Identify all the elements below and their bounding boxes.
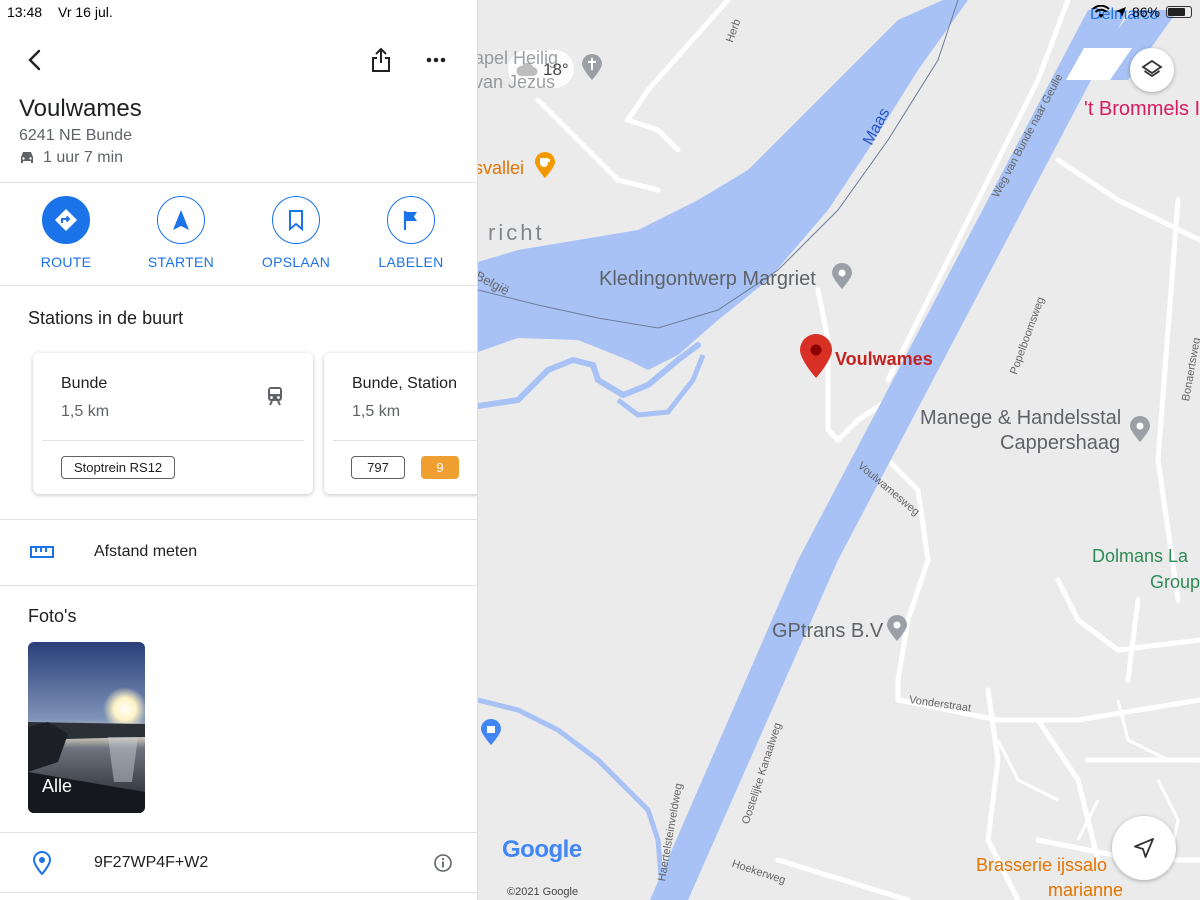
layers-button[interactable] [1130, 48, 1174, 92]
back-button[interactable] [16, 42, 52, 78]
gptrans-pin-icon[interactable] [887, 615, 907, 641]
plus-code-value: 9F27WP4F+W2 [94, 854, 209, 871]
bookmark-icon [289, 210, 303, 231]
more-button[interactable] [418, 42, 454, 78]
manege-pin-icon[interactable] [1130, 416, 1150, 442]
my-location-button[interactable] [1112, 816, 1176, 880]
station-distance: 1,5 km [61, 403, 110, 420]
selected-pin-icon[interactable] [800, 334, 832, 378]
station-name: Bunde, Station [352, 375, 457, 392]
place-panel: Voulwames 6241 NE Bunde 1 uur 7 min ROUT… [0, 0, 478, 900]
travel-time: 1 uur 7 min [19, 149, 123, 167]
directions-icon [55, 209, 77, 231]
poi-dolmans-1: Dolmans La [1092, 546, 1189, 566]
station-card[interactable]: Bunde, Station 1,5 km 797 9 [324, 353, 477, 494]
photos-title: Foto's [28, 606, 77, 626]
poi-brasserie-1: Brasserie ijssalo [976, 855, 1108, 875]
navigation-icon [173, 210, 189, 230]
layers-icon [1141, 59, 1163, 78]
status-date: Vr 16 jul. [58, 4, 113, 20]
label-button[interactable]: LABELEN [356, 196, 466, 270]
route-label: ROUTE [40, 254, 92, 270]
line-chip: 797 [351, 456, 405, 479]
label-label: LABELEN [378, 254, 444, 270]
start-label: STARTEN [147, 254, 215, 270]
share-button[interactable] [363, 42, 399, 78]
share-icon [372, 47, 390, 72]
divider [0, 585, 477, 586]
map-view[interactable]: 18° apel Heilig van Jezus Delmarco svall… [473, 0, 1200, 900]
divider [0, 182, 477, 183]
line-chip: Stoptrein RS12 [61, 456, 176, 479]
place-address: 6241 NE Bunde [19, 127, 132, 144]
station-card[interactable]: Bunde 1,5 km Stoptrein RS12 [33, 353, 313, 494]
poi-kapel-2: van Jezus [474, 72, 556, 92]
measure-label: Afstand meten [94, 543, 198, 560]
station-name: Bunde [61, 375, 108, 392]
divider [0, 285, 477, 286]
line-chip: 9 [421, 456, 459, 479]
save-label: OPSLAAN [261, 254, 331, 270]
shop-pin-icon[interactable] [481, 719, 501, 745]
battery-percent: 86% [1131, 4, 1160, 20]
travel-time-text: 1 uur 7 min [43, 149, 124, 166]
plus-code-row[interactable]: 9F27WP4F+W2 [0, 838, 477, 888]
train-icon [268, 387, 282, 406]
measure-distance-row[interactable]: Afstand meten [0, 527, 477, 577]
status-time: 13:48 [7, 4, 43, 20]
poi-brasserie-2: marianne [1048, 880, 1124, 900]
start-button[interactable]: STARTEN [126, 196, 236, 270]
flag-icon [403, 211, 417, 230]
info-icon[interactable] [433, 853, 453, 873]
wifi-icon [1092, 5, 1110, 18]
all-photos-label: Alle [42, 776, 73, 796]
divider [0, 892, 477, 893]
poi-gptrans: GPtrans B.V [772, 620, 884, 642]
stations-title: Stations in de buurt [28, 308, 184, 328]
location-arrow-icon [1115, 7, 1126, 17]
status-bar: 13:48 Vr 16 jul. 86% [0, 0, 1200, 24]
photo-thumbnail[interactable]: Alle [28, 642, 145, 813]
divider [0, 519, 477, 520]
car-icon [21, 152, 33, 163]
poi-dolmans-2: Group [1150, 572, 1200, 592]
area-richt: richt [488, 220, 545, 245]
battery-icon [1166, 6, 1192, 18]
poi-kapel-1: apel Heilig [474, 48, 559, 68]
map-copyright: ©2021 Google [507, 886, 579, 898]
location-pin-icon [33, 851, 51, 875]
ruler-icon [30, 546, 54, 558]
place-title: Voulwames [19, 95, 142, 122]
poi-vallei: svallei [474, 158, 525, 178]
station-distance: 1,5 km [352, 403, 401, 420]
divider [0, 832, 477, 833]
more-dots-icon [426, 57, 446, 63]
route-button[interactable]: ROUTE [11, 196, 121, 270]
place-pin-icon[interactable] [832, 263, 852, 289]
save-button[interactable]: OPSLAAN [241, 196, 351, 270]
chevron-left-icon [28, 49, 41, 71]
selected-place-label: Voulwames [835, 349, 933, 369]
action-bar: ROUTE STARTEN OPSLAAN LABELEN [0, 196, 477, 276]
cafe-pin-icon[interactable] [535, 152, 555, 178]
navigation-arrow-icon [1134, 838, 1154, 858]
church-pin-icon[interactable] [582, 54, 602, 80]
google-logo: Google [502, 836, 582, 863]
poi-brommels: 't Brommels I [1084, 98, 1200, 120]
poi-kledingontwerp: Kledingontwerp Margriet [599, 268, 816, 290]
panel-toolbar [0, 42, 477, 82]
poi-manege-2: Cappershaag [1000, 432, 1121, 454]
poi-manege-1: Manege & Handelsstal [920, 407, 1122, 429]
